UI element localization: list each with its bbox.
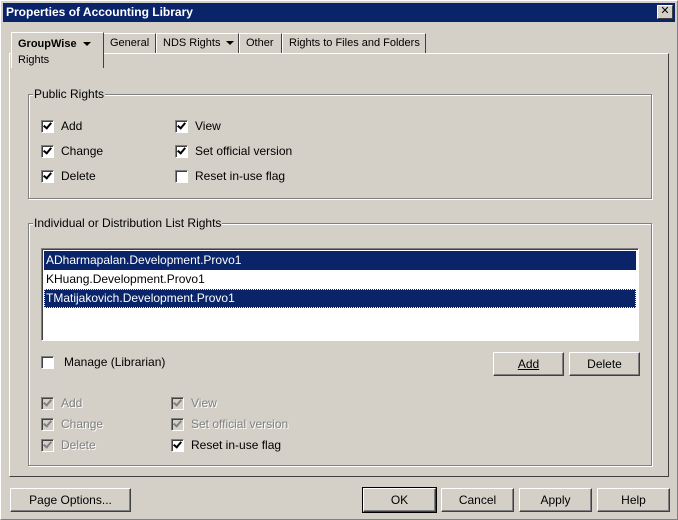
close-icon: ✕ bbox=[660, 5, 670, 17]
cancel-button[interactable]: Cancel bbox=[441, 488, 514, 512]
delete-button[interactable]: Delete bbox=[569, 352, 640, 376]
tab-other-label: Other bbox=[246, 37, 274, 49]
checkbox-label: Change bbox=[61, 144, 104, 158]
tab-groupwise-label: GroupWise bbox=[18, 38, 77, 50]
checkbox-label: Add bbox=[61, 119, 83, 133]
properties-dialog: Properties of Accounting Library ✕ Group… bbox=[0, 0, 678, 520]
individual-view-checkbox: View bbox=[171, 395, 217, 411]
individual-delete-checkbox: Delete bbox=[41, 437, 96, 453]
tab-nds-rights[interactable]: NDS Rights bbox=[156, 33, 239, 53]
tab-rights-files-folders-label: Rights to Files and Folders bbox=[289, 37, 420, 49]
public-set-official-version-checkbox[interactable]: Set official version bbox=[175, 143, 292, 159]
check-icon bbox=[177, 144, 186, 155]
checkbox-label: Add bbox=[61, 396, 83, 410]
checkbox-box[interactable] bbox=[175, 144, 188, 158]
apply-button[interactable]: Apply bbox=[519, 488, 592, 512]
checkbox-label: Manage (Librarian) bbox=[64, 355, 166, 369]
close-button[interactable]: ✕ bbox=[657, 5, 673, 19]
apply-label: Apply bbox=[540, 493, 571, 507]
tab-rights-files-folders[interactable]: Rights to Files and Folders bbox=[282, 33, 426, 53]
ok-button[interactable]: OK bbox=[362, 487, 437, 513]
individual-rights-label: Individual or Distribution List Rights bbox=[33, 216, 223, 230]
list-item[interactable]: TMatijakovich.Development.Provo1 bbox=[44, 289, 636, 308]
dropdown-arrow-icon[interactable] bbox=[82, 42, 91, 47]
list-item[interactable]: ADharmapalan.Development.Provo1 bbox=[44, 251, 636, 270]
subtab-rights[interactable]: Rights bbox=[18, 54, 49, 66]
checkbox-label: Reset in-use flag bbox=[195, 169, 286, 183]
tab-panel: Public Rights Add Change Delete View Set… bbox=[9, 53, 669, 477]
check-icon bbox=[173, 438, 182, 449]
checkbox-box[interactable] bbox=[171, 438, 184, 452]
check-icon bbox=[177, 119, 186, 130]
checkbox-box bbox=[41, 438, 54, 452]
checkbox-box[interactable] bbox=[175, 119, 188, 133]
rights-user-list[interactable]: ADharmapalan.Development.Provo1 KHuang.D… bbox=[41, 248, 639, 341]
check-icon bbox=[43, 119, 52, 130]
tab-nds-rights-label: NDS Rights bbox=[163, 37, 221, 49]
public-rights-group: Public Rights Add Change Delete View Set… bbox=[28, 87, 652, 199]
public-reset-in-use-checkbox[interactable]: Reset in-use flag bbox=[175, 168, 285, 184]
checkbox-box[interactable] bbox=[41, 169, 54, 183]
public-rights-label: Public Rights bbox=[33, 87, 106, 101]
delete-button-label: Delete bbox=[587, 357, 622, 371]
individual-reset-in-use-checkbox[interactable]: Reset in-use flag bbox=[171, 437, 281, 453]
page-options-label: Page Options... bbox=[29, 493, 112, 507]
checkbox-box bbox=[171, 417, 184, 431]
checkbox-label: Delete bbox=[61, 438, 96, 452]
checkbox-box[interactable] bbox=[175, 169, 188, 183]
checkbox-label: Set official version bbox=[195, 144, 293, 158]
tab-general[interactable]: General bbox=[103, 33, 156, 53]
checkbox-box bbox=[171, 396, 184, 410]
individual-change-checkbox: Change bbox=[41, 416, 103, 432]
checkbox-box bbox=[41, 396, 54, 410]
help-label: Help bbox=[621, 493, 646, 507]
check-icon bbox=[43, 169, 52, 180]
checkbox-label: View bbox=[191, 396, 217, 410]
check-icon bbox=[43, 396, 52, 407]
checkbox-label: Change bbox=[61, 417, 104, 431]
individual-set-official-version-checkbox: Set official version bbox=[171, 416, 288, 432]
check-icon bbox=[173, 417, 182, 428]
check-icon bbox=[43, 438, 52, 449]
page-options-button[interactable]: Page Options... bbox=[10, 488, 131, 512]
public-add-checkbox[interactable]: Add bbox=[41, 118, 82, 134]
individual-rights-group: Individual or Distribution List Rights A… bbox=[28, 216, 652, 466]
checkbox-label: Set official version bbox=[191, 417, 289, 431]
checkbox-label: Reset in-use flag bbox=[191, 438, 282, 452]
public-view-checkbox[interactable]: View bbox=[175, 118, 221, 134]
window-title: Properties of Accounting Library bbox=[6, 5, 193, 19]
add-button-label: Add bbox=[517, 357, 540, 371]
checkbox-box[interactable] bbox=[41, 144, 54, 158]
title-bar: Properties of Accounting Library ✕ bbox=[3, 3, 675, 22]
tab-other[interactable]: Other bbox=[239, 33, 282, 53]
checkbox-label: View bbox=[195, 119, 221, 133]
individual-add-checkbox: Add bbox=[41, 395, 82, 411]
checkbox-box[interactable] bbox=[41, 355, 54, 369]
tab-groupwise[interactable]: GroupWise Rights bbox=[11, 32, 104, 68]
dropdown-arrow-icon[interactable] bbox=[226, 41, 235, 46]
add-button[interactable]: Add bbox=[493, 352, 564, 376]
check-icon bbox=[43, 417, 52, 428]
checkbox-box[interactable] bbox=[41, 119, 54, 133]
list-item[interactable]: KHuang.Development.Provo1 bbox=[44, 270, 636, 289]
public-change-checkbox[interactable]: Change bbox=[41, 143, 103, 159]
ok-label: OK bbox=[390, 493, 409, 507]
public-delete-checkbox[interactable]: Delete bbox=[41, 168, 96, 184]
checkbox-box bbox=[41, 417, 54, 431]
checkbox-label: Delete bbox=[61, 169, 96, 183]
manage-librarian-checkbox[interactable]: Manage (Librarian) bbox=[41, 354, 165, 370]
check-icon bbox=[173, 396, 182, 407]
tab-general-label: General bbox=[110, 37, 150, 49]
cancel-label: Cancel bbox=[458, 493, 497, 507]
check-icon bbox=[43, 144, 52, 155]
help-button[interactable]: Help bbox=[597, 488, 670, 512]
